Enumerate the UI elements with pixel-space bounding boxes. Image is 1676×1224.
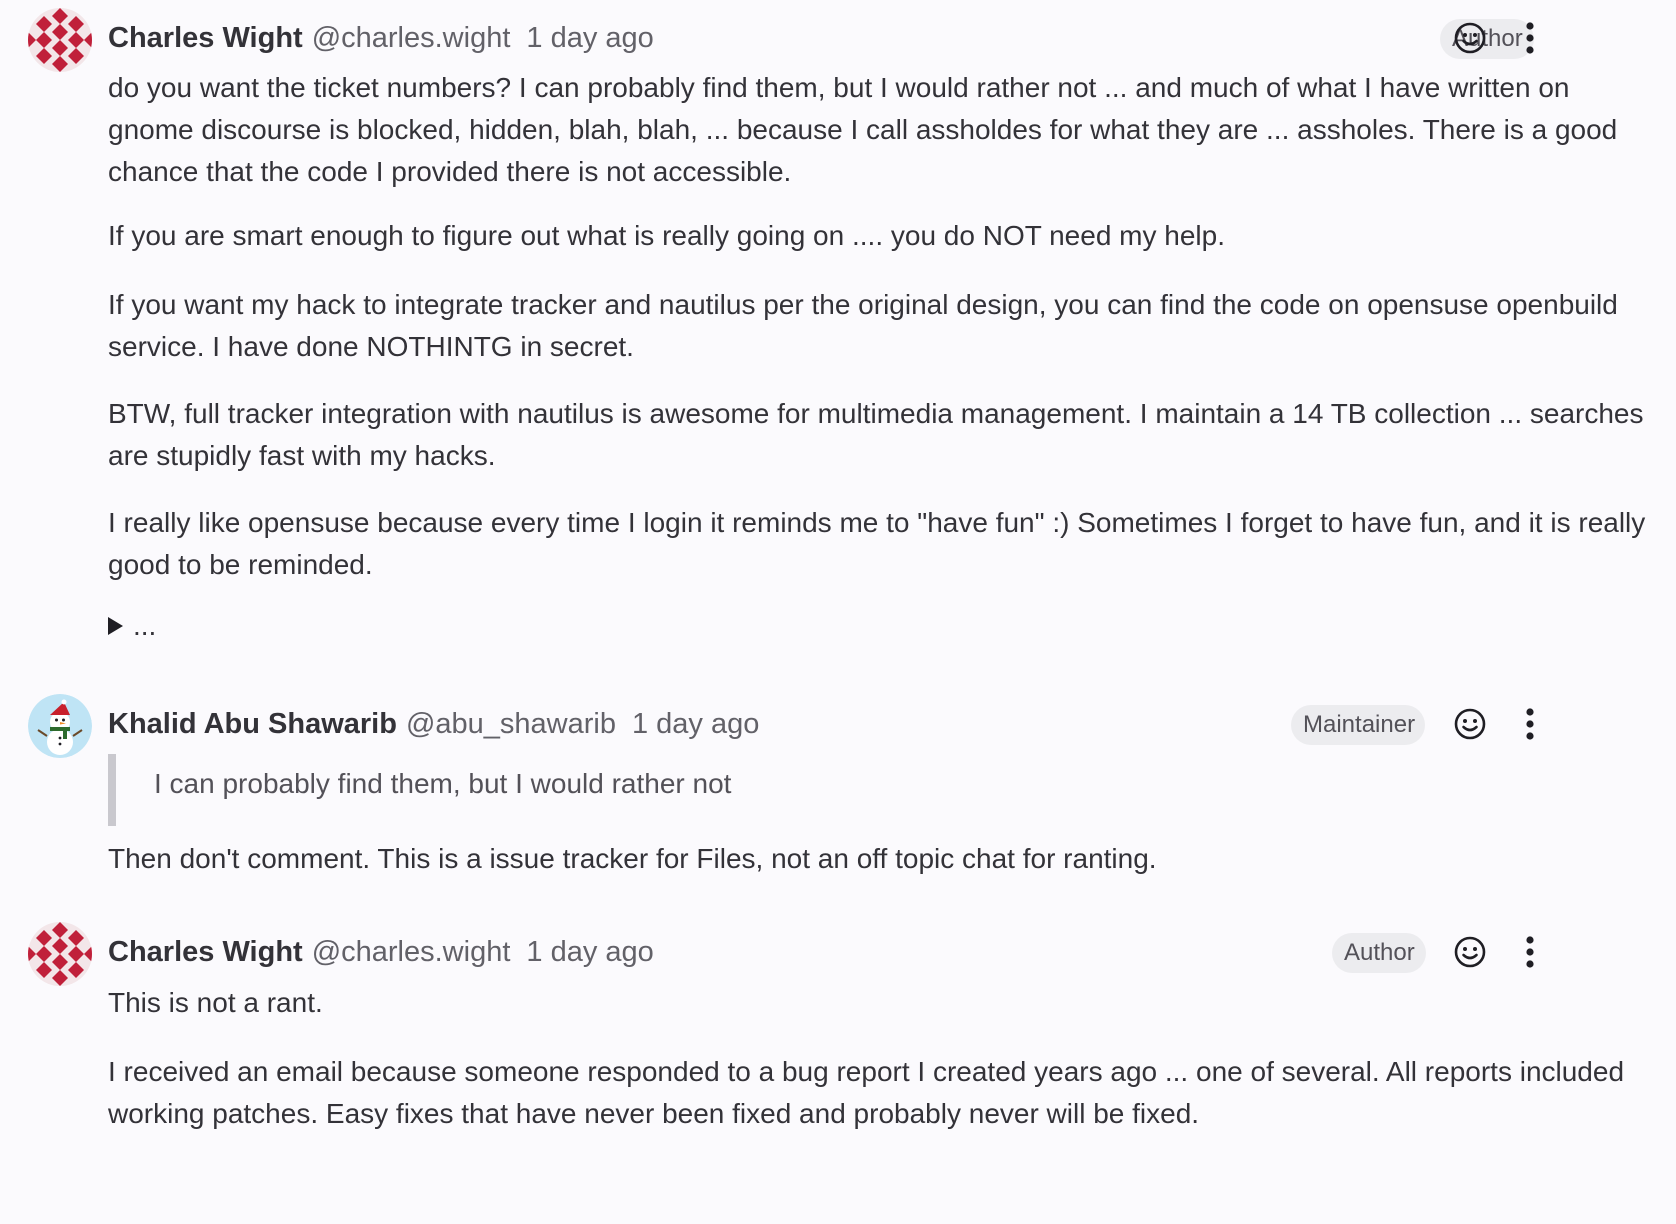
blockquote: I can probably find them, but I would ra… bbox=[108, 754, 1308, 826]
smiley-icon bbox=[1454, 22, 1486, 54]
smiley-icon bbox=[1454, 936, 1486, 968]
add-reaction-button[interactable] bbox=[1450, 932, 1490, 972]
avatar[interactable] bbox=[28, 694, 92, 758]
kebab-menu-icon bbox=[1526, 22, 1534, 54]
geometric-pattern-icon bbox=[28, 922, 92, 986]
collapsed-details-toggle[interactable]: ... bbox=[108, 610, 156, 642]
comment-paragraph: BTW, full tracker integration with nauti… bbox=[108, 398, 1644, 471]
snowman-icon bbox=[28, 694, 92, 758]
geometric-pattern-icon bbox=[28, 8, 92, 72]
comment-paragraph: This is not a rant. bbox=[108, 987, 323, 1018]
more-actions-button[interactable] bbox=[1510, 18, 1550, 58]
more-actions-button[interactable] bbox=[1510, 704, 1550, 744]
collapsed-label: ... bbox=[133, 610, 157, 641]
timestamp[interactable]: 1 day ago bbox=[526, 22, 653, 55]
role-badge: Author bbox=[1332, 933, 1426, 973]
caret-right-icon bbox=[108, 617, 123, 635]
timestamp[interactable]: 1 day ago bbox=[632, 708, 759, 741]
kebab-menu-icon bbox=[1526, 936, 1534, 968]
add-reaction-button[interactable] bbox=[1450, 18, 1490, 58]
author-name[interactable]: Charles Wight bbox=[108, 22, 303, 55]
author-handle[interactable]: @charles.wight bbox=[312, 936, 511, 969]
comment-header: Khalid Abu Shawarib @abu_shawarib 1 day … bbox=[108, 703, 1676, 745]
comment-paragraph: I received an email because someone resp… bbox=[108, 1056, 1625, 1129]
more-actions-button[interactable] bbox=[1510, 932, 1550, 972]
add-reaction-button[interactable] bbox=[1450, 704, 1490, 744]
comment-paragraph: If you are smart enough to figure out wh… bbox=[108, 220, 1225, 251]
author-handle[interactable]: @charles.wight bbox=[312, 22, 511, 55]
avatar[interactable] bbox=[28, 8, 92, 72]
author-handle[interactable]: @abu_shawarib bbox=[406, 708, 616, 741]
kebab-menu-icon bbox=[1526, 708, 1534, 740]
comment-paragraph: If you want my hack to integrate tracker… bbox=[108, 289, 1618, 362]
role-badge: Maintainer bbox=[1291, 705, 1425, 745]
avatar[interactable] bbox=[28, 922, 92, 986]
author-name[interactable]: Khalid Abu Shawarib bbox=[108, 708, 397, 741]
comment-paragraph: Then don't comment. This is a issue trac… bbox=[108, 843, 1157, 874]
author-name[interactable]: Charles Wight bbox=[108, 936, 303, 969]
timestamp[interactable]: 1 day ago bbox=[526, 936, 653, 969]
comment-thread: Charles Wight @charles.wight 1 day ago A… bbox=[0, 0, 1676, 1224]
comment-header: Charles Wight @charles.wight 1 day ago A… bbox=[108, 931, 1676, 973]
comment-paragraph: do you want the ticket numbers? I can pr… bbox=[108, 72, 1618, 187]
smiley-icon bbox=[1454, 708, 1486, 740]
quote-text: I can probably find them, but I would ra… bbox=[154, 768, 732, 799]
comment-paragraph: I really like opensuse because every tim… bbox=[108, 507, 1646, 580]
comment-header: Charles Wight @charles.wight 1 day ago A… bbox=[108, 17, 1676, 59]
